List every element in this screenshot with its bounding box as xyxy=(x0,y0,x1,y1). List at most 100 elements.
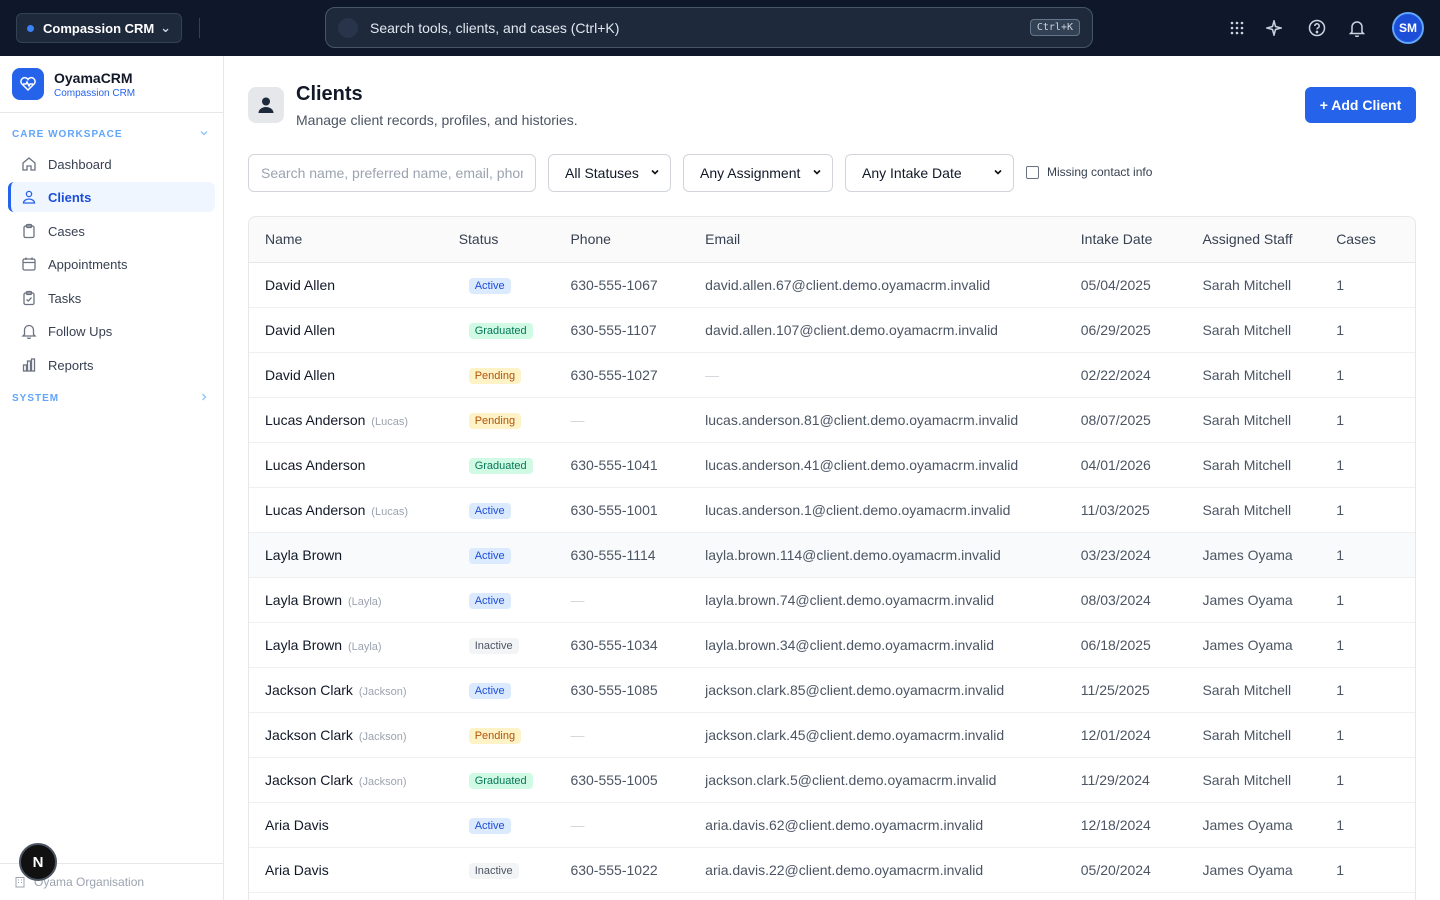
org-footer-label: Oyama Organisation xyxy=(34,875,145,889)
sparkle-icon[interactable] xyxy=(1264,18,1284,38)
user-avatar[interactable]: SM xyxy=(1392,12,1424,44)
cell-name[interactable]: Layla Brown (Layla) xyxy=(249,622,459,668)
client-name[interactable]: Aria Davis xyxy=(265,817,329,833)
chevron-down-icon[interactable] xyxy=(199,128,209,141)
cell-status: Active xyxy=(458,262,571,308)
assignment-filter-select[interactable]: Any Assignment xyxy=(683,154,833,192)
column-header-phone[interactable]: Phone xyxy=(570,217,706,263)
cell-name[interactable]: Jackson Clark (Jackson) xyxy=(249,667,459,713)
client-name[interactable]: David Allen xyxy=(265,277,335,293)
sidebar-item-appointments[interactable]: Appointments xyxy=(8,249,215,279)
client-name[interactable]: Lucas Anderson xyxy=(265,457,365,473)
cell-name[interactable]: Lucas Anderson (Lucas) xyxy=(249,397,459,443)
preferred-name: (Jackson) xyxy=(358,775,407,788)
table-row[interactable]: Jackson Clark (Jackson) Graduated 630-555-… xyxy=(249,757,1415,803)
clipboard-icon xyxy=(20,222,38,240)
cell-cases: 1 xyxy=(1336,802,1415,848)
table-row[interactable]: Aria Davis Active — aria.davis.62@client.de… xyxy=(249,802,1415,848)
section-system[interactable]: SYSTEM xyxy=(12,393,212,404)
client-name[interactable]: Layla Brown xyxy=(265,592,342,608)
global-search[interactable]: Search tools, clients, and cases (Ctrl+K… xyxy=(325,7,1093,48)
cell-email: lucas.anderson.41@client.demo.oyamacrm.i… xyxy=(705,442,1081,488)
cell-name[interactable]: Aria Davis xyxy=(249,847,459,893)
sidebar-item-follow-ups[interactable]: Follow Ups xyxy=(8,316,215,346)
client-name[interactable]: Jackson Clark xyxy=(265,772,353,788)
cell-name[interactable]: Lucas Anderson (Lucas) xyxy=(249,487,459,533)
help-icon[interactable] xyxy=(1307,18,1327,38)
missing-contact-filter[interactable]: Missing contact info xyxy=(1026,165,1152,179)
client-name[interactable]: Layla Brown xyxy=(265,637,342,653)
cell-name[interactable]: David Allen xyxy=(249,352,459,398)
sidebar-item-label: Cases xyxy=(48,223,85,239)
intake-date-filter-select[interactable]: Any Intake Date xyxy=(845,154,1014,192)
cell-status: Active xyxy=(458,802,571,848)
preferred-name: (Jackson) xyxy=(358,685,407,698)
sidebar-item-dashboard[interactable]: Dashboard xyxy=(8,149,215,179)
table-row[interactable]: David Allen Pending 630-555-1027—02/22/202… xyxy=(249,352,1415,398)
sidebar-item-cases[interactable]: Cases xyxy=(8,216,215,246)
table-row[interactable]: David Allen Graduated 630-555-1107 david.al… xyxy=(249,307,1415,353)
client-name[interactable]: Lucas Anderson xyxy=(265,412,365,428)
table-row[interactable]: Layla Brown (Layla) Inactive 630-555-1034 l… xyxy=(249,622,1415,668)
cell-name[interactable]: Jackson Clark (Jackson) xyxy=(249,712,459,758)
cell-status: Graduated xyxy=(458,757,571,803)
chevron-right-icon[interactable] xyxy=(199,392,209,405)
cell-name[interactable]: Jackson Clark (Jackson) xyxy=(249,757,459,803)
cell-phone: 630-555-1022 xyxy=(570,847,706,893)
table-row[interactable]: Jackson Clark (Jackson) Pending — jackson.c… xyxy=(249,712,1415,758)
dev-tools-badge[interactable]: N xyxy=(19,843,57,881)
apps-grid-icon[interactable] xyxy=(1227,18,1247,38)
cell-name[interactable]: David Allen xyxy=(249,307,459,353)
column-header-intake-date[interactable]: Intake Date xyxy=(1080,217,1203,263)
table-row[interactable]: Jackson Clark (Jackson) Active 630-555-108… xyxy=(249,667,1415,713)
cell-name[interactable]: Lucas Anderson xyxy=(249,442,459,488)
column-header-name[interactable]: Name xyxy=(249,217,459,263)
cell-cases: 1 xyxy=(1336,352,1415,398)
sidebar-item-label: Clients xyxy=(48,189,92,205)
notification-bell-icon[interactable] xyxy=(1347,18,1367,38)
client-name[interactable]: Jackson Clark xyxy=(265,682,353,698)
sidebar-item-clients[interactable]: Clients xyxy=(8,182,215,212)
intake-filter-value: Any Intake Date xyxy=(862,165,962,181)
cell-email: david.allen.107@client.demo.oyamacrm.inv… xyxy=(705,307,1081,353)
client-name[interactable]: Lucas Anderson xyxy=(265,502,365,518)
table-row[interactable]: Layla Brown Active 630-555-1114 layla.brown… xyxy=(249,532,1415,578)
section-care-workspace[interactable]: CARE WORKSPACE xyxy=(12,129,212,140)
table-row[interactable]: Lucas Anderson (Lucas) Active 630-555-1001… xyxy=(249,487,1415,533)
client-name[interactable]: Aria Davis xyxy=(265,862,329,878)
client-name[interactable]: David Allen xyxy=(265,367,335,383)
column-header-email[interactable]: Email xyxy=(705,217,1081,263)
column-header-assigned-staff[interactable]: Assigned Staff xyxy=(1202,217,1337,263)
client-name[interactable]: David Allen xyxy=(265,322,335,338)
cell-phone: 630-555-1107 xyxy=(570,307,706,353)
table-row[interactable]: Aria Davis Inactive 630-555-1022 aria.davis… xyxy=(249,847,1415,893)
missing-contact-checkbox[interactable] xyxy=(1026,165,1039,179)
table-row[interactable]: Lucas Anderson Graduated 630-555-1041 lucas… xyxy=(249,442,1415,488)
cell-status: Active xyxy=(458,487,571,533)
status-badge: Graduated xyxy=(468,772,533,789)
brand[interactable]: OyamaCRM Compassion CRM xyxy=(12,68,135,100)
status-filter-select[interactable]: All Statuses xyxy=(548,154,671,192)
cell-name[interactable]: Layla Brown xyxy=(249,532,459,578)
client-name[interactable]: Layla Brown xyxy=(265,547,342,563)
preferred-name: (Jackson) xyxy=(358,730,407,743)
client-name[interactable]: Jackson Clark xyxy=(265,727,353,743)
table-row[interactable]: Layla Brown (Layla) Active — layla.brown.74… xyxy=(249,577,1415,623)
sidebar-item-tasks[interactable]: Tasks xyxy=(8,283,215,313)
column-header-status[interactable]: Status xyxy=(458,217,571,263)
cell-email: jackson.clark.85@client.demo.oyamacrm.in… xyxy=(705,667,1081,713)
org-switcher[interactable]: Compassion CRM ⌄ xyxy=(16,13,182,43)
sidebar-item-reports[interactable]: Reports xyxy=(8,350,215,380)
chevron-down-icon xyxy=(993,167,1003,180)
cell-phone: 630-555-1034 xyxy=(570,622,706,668)
column-header-cases[interactable]: Cases xyxy=(1336,217,1415,263)
cell-name[interactable]: Aria Davis xyxy=(249,802,459,848)
table-row[interactable]: Lucas Anderson (Lucas) Pending — lucas.ande… xyxy=(249,397,1415,443)
add-client-button[interactable]: + Add Client xyxy=(1305,87,1416,123)
client-search-input[interactable] xyxy=(248,154,536,192)
clients-table: Name Status Phone Email Intake Date Assi… xyxy=(249,217,1415,893)
table-row[interactable]: David Allen Active 630-555-1067 david.allen… xyxy=(249,262,1415,308)
cell-assigned-staff: James Oyama xyxy=(1202,622,1337,668)
cell-name[interactable]: Layla Brown (Layla) xyxy=(249,577,459,623)
cell-name[interactable]: David Allen xyxy=(249,262,459,308)
